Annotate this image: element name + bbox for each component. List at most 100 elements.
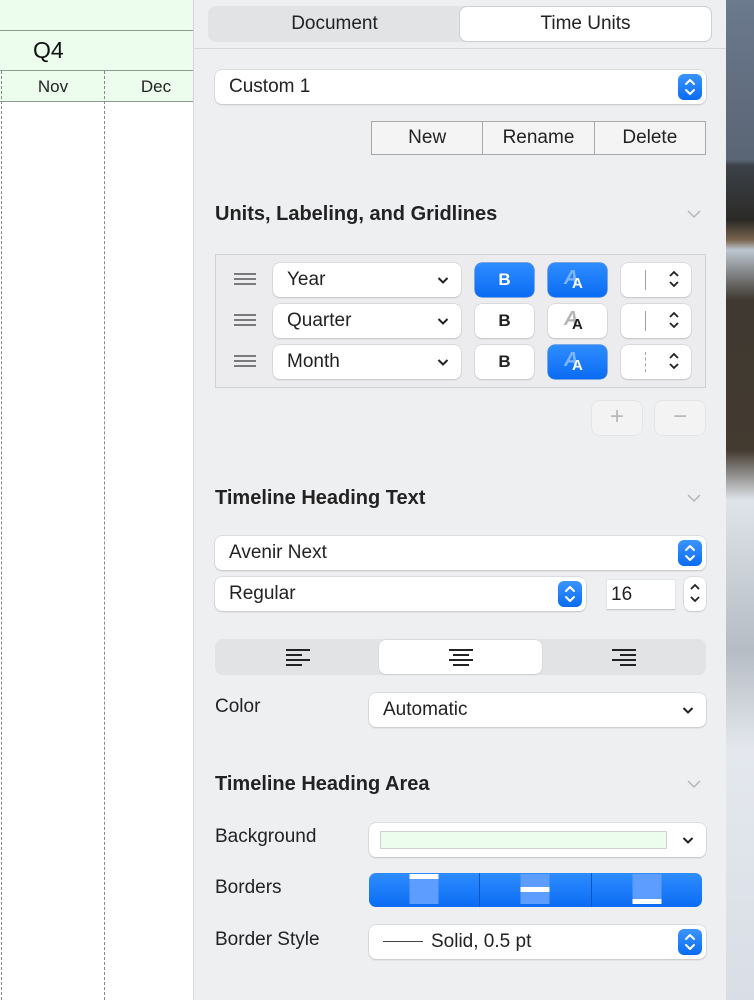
time-units-list: Year B AA Quarter B AA Month B A A (215, 254, 706, 388)
font-family-value: Avenir Next (229, 542, 327, 563)
bold-icon: B (498, 270, 511, 289)
bold-toggle-year[interactable]: B (475, 263, 534, 297)
fill-toggle-year[interactable]: AA (548, 263, 607, 297)
unit-row-quarter: Quarter B AA (216, 304, 705, 338)
divider (194, 48, 726, 49)
new-button[interactable]: New (372, 122, 484, 154)
background-label: Background (215, 826, 317, 847)
unit-value: Year (287, 269, 326, 290)
font-size-input[interactable]: 16 (607, 580, 675, 610)
border-middle-button[interactable] (480, 873, 592, 907)
align-left-icon (285, 649, 310, 669)
unit-popup-quarter[interactable]: Quarter (273, 304, 461, 338)
dashed-gridline-icon (645, 352, 646, 372)
unit-row-month: Month B AA (216, 345, 705, 379)
month-heading-row: Nov Dec (0, 71, 193, 102)
preset-button-group: New Rename Delete (371, 121, 706, 155)
borders-label: Borders (215, 877, 282, 898)
bold-icon: B (498, 311, 511, 330)
font-style-value: Regular (229, 583, 296, 604)
align-right-icon (611, 649, 636, 669)
text-fill-icon: AA (564, 267, 583, 292)
align-center-icon (448, 649, 473, 669)
popup-stepper-icon (678, 540, 702, 566)
year-heading-row (0, 0, 193, 31)
tab-time-units[interactable]: Time Units (460, 7, 711, 41)
remove-unit-button[interactable]: − (655, 401, 705, 435)
drag-handle-icon[interactable] (234, 355, 256, 369)
month-label-nov: Nov (37, 77, 69, 96)
text-alignment-control (215, 639, 706, 675)
align-left-button[interactable] (216, 640, 379, 674)
section-title-units: Units, Labeling, and Gridlines (215, 203, 498, 225)
section-title-heading-area: Timeline Heading Area (215, 773, 430, 795)
tab-document[interactable]: Document (209, 7, 460, 41)
font-size-stepper[interactable] (684, 577, 706, 611)
timeline-canvas[interactable]: Q4 Nov Dec (0, 0, 193, 1000)
popup-stepper-icon (678, 929, 702, 955)
chevron-down-icon (682, 833, 694, 848)
quarter-label: Q4 (33, 37, 64, 63)
border-bottom-icon (632, 874, 662, 904)
align-right-button[interactable] (542, 640, 705, 674)
quarter-heading-row: Q4 (0, 31, 193, 71)
drag-handle-icon[interactable] (234, 314, 256, 328)
gridline-style-stepper-quarter[interactable] (621, 304, 691, 338)
chevron-down-icon (437, 314, 449, 329)
updown-arrows-icon (668, 270, 680, 290)
solid-gridline-icon (645, 311, 646, 331)
text-fill-icon: AA (564, 308, 583, 333)
desktop-background (726, 0, 754, 1000)
drag-handle-icon[interactable] (234, 273, 256, 287)
chevron-down-icon[interactable] (686, 490, 702, 506)
inspector-panel: Document Time Units Custom 1 New Rename … (193, 0, 726, 1000)
bold-toggle-month[interactable]: B (475, 345, 534, 379)
section-title-heading-text: Timeline Heading Text (215, 487, 426, 509)
chevron-down-icon[interactable] (686, 776, 702, 792)
color-label: Color (215, 696, 261, 717)
background-color-popup[interactable] (369, 823, 706, 857)
text-fill-icon: AA (564, 349, 583, 374)
month-gridline (1, 71, 2, 1000)
fill-toggle-quarter[interactable]: AA (548, 304, 607, 338)
border-style-label: Border Style (215, 929, 320, 950)
fill-toggle-month[interactable]: AA (548, 345, 607, 379)
align-center-button[interactable] (379, 640, 542, 674)
text-color-popup[interactable]: Automatic (369, 693, 706, 727)
border-middle-icon (520, 874, 550, 904)
gridline-style-stepper-year[interactable] (621, 263, 691, 297)
chevron-down-icon (437, 273, 449, 288)
month-gridline (104, 71, 105, 1000)
text-color-value: Automatic (383, 699, 468, 720)
bold-toggle-quarter[interactable]: B (475, 304, 534, 338)
time-unit-preset-popup[interactable]: Custom 1 (215, 70, 706, 104)
background-color-swatch (380, 831, 667, 849)
solid-gridline-icon (645, 270, 646, 290)
preset-value: Custom 1 (229, 76, 311, 97)
font-family-popup[interactable]: Avenir Next (215, 536, 706, 570)
borders-control (369, 873, 702, 907)
unit-value: Month (287, 351, 340, 372)
font-style-popup[interactable]: Regular (215, 577, 586, 611)
bold-icon: B (498, 352, 511, 371)
gridline-style-stepper-month[interactable] (621, 345, 691, 379)
popup-stepper-icon (678, 74, 702, 100)
updown-arrows-icon (668, 311, 680, 331)
chevron-down-icon[interactable] (686, 206, 702, 222)
rename-button[interactable]: Rename (483, 122, 595, 154)
delete-button[interactable]: Delete (595, 122, 705, 154)
border-top-button[interactable] (369, 873, 481, 907)
chevron-down-icon (437, 355, 449, 370)
border-style-display: Solid, 0.5 pt (383, 931, 531, 953)
month-label-dec: Dec (140, 77, 172, 96)
add-unit-button[interactable]: + (592, 401, 642, 435)
unit-row-year: Year B AA (216, 263, 705, 297)
border-style-popup[interactable]: Solid, 0.5 pt (369, 925, 706, 959)
unit-popup-month[interactable]: Month (273, 345, 461, 379)
unit-value: Quarter (287, 310, 352, 331)
border-style-value: Solid, 0.5 pt (431, 931, 532, 952)
solid-line-icon (383, 941, 423, 943)
unit-popup-year[interactable]: Year (273, 263, 461, 297)
border-bottom-button[interactable] (592, 873, 702, 907)
border-top-icon (409, 874, 439, 904)
